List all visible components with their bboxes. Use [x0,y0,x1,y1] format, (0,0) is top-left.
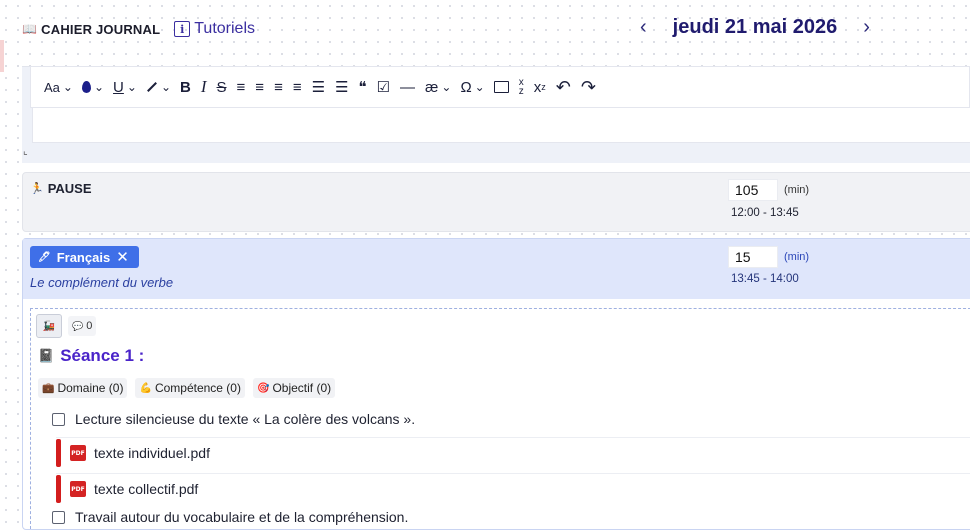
pause-title: 🏃 PAUSE [30,181,92,196]
numbered-list-button[interactable]: ☰ [330,72,353,102]
file-marker [56,475,61,503]
tutorials-label: Tutoriels [194,20,256,37]
target-icon: 🎯 [256,382,270,394]
pdf-icon: PDF [70,445,86,461]
chevron-down-icon[interactable]: ⌄ [475,80,485,94]
domaine-tag[interactable]: 💼 Domaine (0) [38,378,128,398]
train-button[interactable]: 🚂 [36,314,62,338]
pdf-icon: PDF [70,481,86,497]
file-item[interactable]: PDF texte individuel.pdf [56,437,970,468]
notebook-icon: 📓 [38,348,55,363]
justify-button[interactable]: ≡ [288,72,307,102]
image-icon [493,81,509,93]
subscript-bottom: z [518,86,524,97]
briefcase-icon: 💼 [42,382,55,394]
chevron-down-icon[interactable]: ⌄ [441,80,451,94]
task-item: Travail autour du vocabulaire et de la c… [52,509,408,525]
underline-button[interactable]: U [108,72,129,102]
align-left-button[interactable]: ≡ [232,72,251,102]
font-size-button[interactable]: Aa [39,72,65,102]
undo-button[interactable]: ↶ [551,72,576,102]
tag-list: 💼 Domaine (0) 💪 Compétence (0) 🎯 Objecti… [38,378,336,398]
tutorials-link[interactable]: i Tutoriels [174,20,255,38]
pause-block[interactable] [22,172,970,232]
comment-icon: 💬 [72,320,84,331]
comments-button[interactable]: 💬 0 [68,316,97,336]
editor-textarea[interactable] [32,108,970,143]
prev-day-button[interactable]: ‹ [640,16,647,39]
pause-time-range: 12:00 - 13:45 [731,207,799,219]
info-icon: i [174,21,191,37]
pencil-icon: 🖊 [38,251,51,263]
superscript-button[interactable]: xz [529,72,551,102]
seance-heading: 📓 Séance 1 : [38,346,144,366]
strikethrough-button[interactable]: S [212,72,232,102]
current-date: jeudi 21 mai 2026 [672,16,838,38]
francais-time-range: 13:45 - 14:00 [731,273,799,285]
special-char-button[interactable]: Ω [455,72,476,102]
pause-unit: (min) [784,184,810,196]
drop-icon [81,81,91,93]
francais-minutes-input[interactable]: 15 [728,246,778,268]
redo-button[interactable]: ↷ [576,72,601,102]
chevron-down-icon[interactable]: ⌄ [94,80,104,94]
chevron-down-icon[interactable]: ⌄ [161,80,171,94]
competence-tag[interactable]: 💪 Compétence (0) [135,378,245,398]
file-name: texte collectif.pdf [94,481,199,497]
brand-label: CAHIER JOURNAL [41,21,161,37]
francais-duration: 15 (min) [728,246,809,268]
lesson-subtitle: Le complément du verbe [30,275,174,290]
image-button[interactable] [489,72,514,102]
highlight-button[interactable] [141,72,163,102]
book-icon: 📖 [22,22,38,36]
task-label: Lecture silencieuse du texte « La colère… [75,411,416,427]
train-icon: 🚂 [42,320,56,332]
next-day-button[interactable]: › [863,16,870,39]
tag-label: Compétence (0) [154,381,241,395]
superscript-base: x [533,78,542,96]
muscle-icon: 💪 [139,382,152,394]
pause-duration: 105 (min) [728,179,809,201]
pause-label: PAUSE [47,181,92,196]
close-icon[interactable]: ✕ [116,248,129,266]
file-item[interactable]: PDF texte collectif.pdf [56,473,970,504]
horizontal-rule-button[interactable]: — [395,72,420,102]
superscript-exp: z [541,82,546,92]
task-checkbox[interactable] [52,510,65,524]
file-name: texte individuel.pdf [94,445,210,461]
brand[interactable]: 📖 CAHIER JOURNAL [22,22,160,37]
pen-icon [146,82,157,92]
subject-chip[interactable]: 🖊 Français ✕ [30,246,139,268]
chevron-down-icon[interactable]: ⌄ [127,80,137,94]
pause-minutes-input[interactable]: 105 [728,179,778,201]
tag-label: Objectif (0) [272,381,332,395]
francais-header [23,239,970,299]
seance-title: Séance 1 : [60,346,145,365]
bold-button[interactable]: B [175,72,196,102]
side-marker [0,40,4,72]
tag-label: Domaine (0) [57,381,124,395]
subject-label: Français [56,249,111,265]
bullet-list-button[interactable]: ☰ [307,72,330,102]
francais-unit: (min) [784,251,810,263]
objectif-tag[interactable]: 🎯 Objectif (0) [252,378,336,398]
runner-icon: 🏃 [30,183,44,195]
top-left-bar: 📖 CAHIER JOURNAL i Tutoriels [22,20,255,38]
italic-button[interactable]: I [196,72,212,102]
file-marker [56,439,61,467]
task-label: Travail autour du vocabulaire et de la c… [75,509,409,525]
task-checkbox[interactable] [52,412,65,426]
quote-button[interactable]: ❝ [354,72,372,102]
align-right-button[interactable]: ≡ [269,72,288,102]
comment-count: 0 [86,320,93,332]
chevron-down-icon[interactable]: ⌄ [63,80,73,94]
subscript-button[interactable]: xz [514,72,529,102]
checklist-button[interactable]: ☑ [372,72,395,102]
task-item: Lecture silencieuse du texte « La colère… [52,411,415,427]
date-navigation: ‹ jeudi 21 mai 2026 › [640,16,870,39]
editor-toolbar: Aa ⌄ ⌄ U ⌄ ⌄ B I S ≡ ≡ ≡ ≡ ☰ ☰ ❝ ☑ — æ ⌄… [30,66,970,108]
ligature-button[interactable]: æ [420,72,443,102]
resize-handle-icon[interactable]: ⌞ [23,146,28,157]
align-center-button[interactable]: ≡ [250,72,269,102]
